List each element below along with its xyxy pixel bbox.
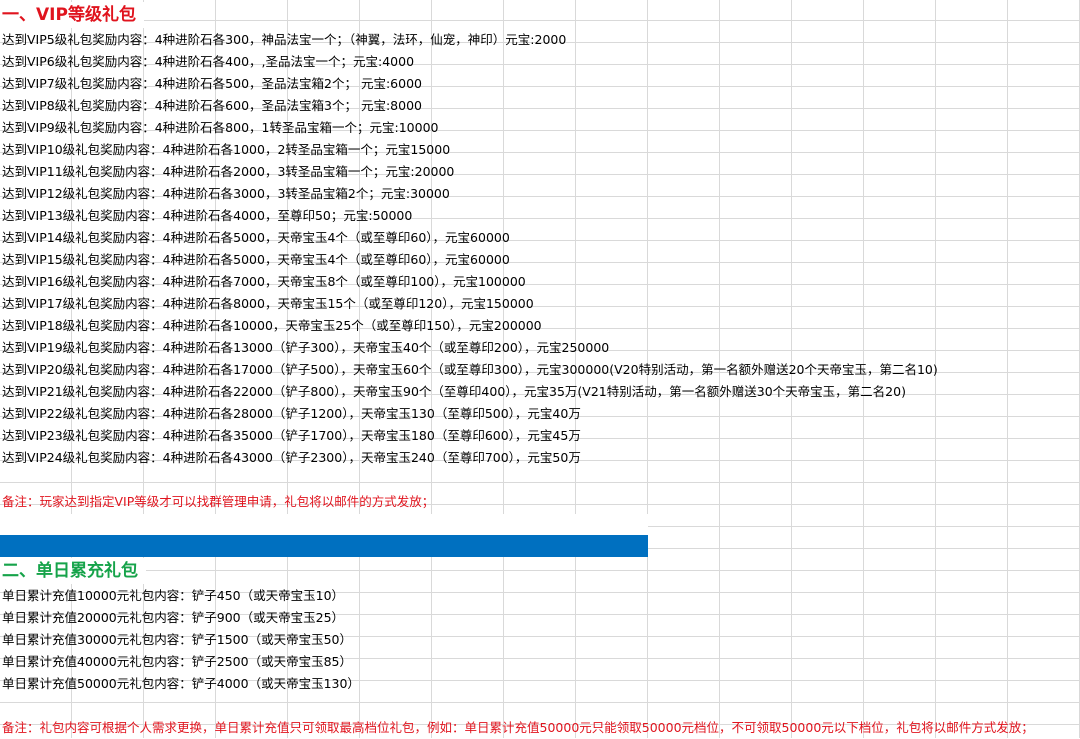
table-row[interactable]: 达到VIP5级礼包奖励内容：4种进阶石各300，神品法宝一个；（神翼，法环，仙宠…: [0, 29, 566, 51]
section-title-daily-recharge: 二、单日累充礼包: [0, 558, 146, 584]
table-row[interactable]: 单日累计充值30000元礼包内容：铲子1500（或天帝宝玉50）: [0, 629, 352, 651]
spacer-row: [0, 514, 648, 535]
table-row[interactable]: 达到VIP16级礼包奖励内容：4种进阶石各7000，天帝宝玉8个（或至尊印100…: [0, 271, 526, 293]
section-title-vip: 一、VIP等级礼包: [0, 2, 144, 28]
table-row[interactable]: 达到VIP17级礼包奖励内容：4种进阶石各8000，天帝宝玉15个（或至尊印12…: [0, 293, 534, 315]
table-row[interactable]: 达到VIP8级礼包奖励内容：4种进阶石各600，圣品法宝箱3个； 元宝:8000: [0, 95, 422, 117]
table-row[interactable]: 达到VIP10级礼包奖励内容：4种进阶石各1000，2转圣品宝箱一个；元宝150…: [0, 139, 450, 161]
table-row[interactable]: 达到VIP14级礼包奖励内容：4种进阶石各5000，天帝宝玉4个（或至尊印60）…: [0, 227, 510, 249]
section-divider-bar: [0, 535, 648, 557]
table-row[interactable]: 达到VIP20级礼包奖励内容：4种进阶石各17000（铲子500），天帝宝玉60…: [0, 359, 938, 381]
table-row[interactable]: 达到VIP21级礼包奖励内容：4种进阶石各22000（铲子800），天帝宝玉90…: [0, 381, 906, 403]
table-row[interactable]: 达到VIP15级礼包奖励内容：4种进阶石各5000，天帝宝玉4个（或至尊印60）…: [0, 249, 510, 271]
recharge-note[interactable]: 备注：礼包内容可根据个人需求更换，单日累计充值只可领取最高档位礼包，例如：单日累…: [0, 717, 1034, 739]
table-row[interactable]: 达到VIP19级礼包奖励内容：4种进阶石各13000（铲子300），天帝宝玉40…: [0, 337, 609, 359]
table-row[interactable]: 单日累计充值20000元礼包内容：铲子900（或天帝宝玉25）: [0, 607, 344, 629]
table-row[interactable]: 单日累计充值50000元礼包内容：铲子4000（或天帝宝玉130）: [0, 673, 360, 695]
spreadsheet-grid: 一、VIP等级礼包 达到VIP5级礼包奖励内容：4种进阶石各300，神品法宝一个…: [0, 0, 1080, 738]
table-row[interactable]: 达到VIP6级礼包奖励内容：4种进阶石各400，,圣品法宝一个；元宝:4000: [0, 51, 414, 73]
table-row[interactable]: 达到VIP22级礼包奖励内容：4种进阶石各28000（铲子1200），天帝宝玉1…: [0, 403, 581, 425]
table-row[interactable]: 单日累计充值10000元礼包内容：铲子450（或天帝宝玉10）: [0, 585, 344, 607]
table-row[interactable]: 达到VIP23级礼包奖励内容：4种进阶石各35000（铲子1700），天帝宝玉1…: [0, 425, 581, 447]
table-row[interactable]: 达到VIP7级礼包奖励内容：4种进阶石各500，圣品法宝箱2个； 元宝:6000: [0, 73, 422, 95]
table-row[interactable]: 达到VIP13级礼包奖励内容：4种进阶石各4000，至尊印50；元宝:50000: [0, 205, 412, 227]
table-row[interactable]: 单日累计充值40000元礼包内容：铲子2500（或天帝宝玉85）: [0, 651, 352, 673]
table-row[interactable]: 达到VIP11级礼包奖励内容：4种进阶石各2000，3转圣品宝箱一个；元宝:20…: [0, 161, 454, 183]
table-row[interactable]: 达到VIP18级礼包奖励内容：4种进阶石各10000，天帝宝玉25个（或至尊印1…: [0, 315, 542, 337]
table-row[interactable]: 达到VIP12级礼包奖励内容：4种进阶石各3000，3转圣品宝箱2个；元宝:30…: [0, 183, 450, 205]
table-row[interactable]: 达到VIP9级礼包奖励内容：4种进阶石各800，1转圣品宝箱一个；元宝:1000…: [0, 117, 438, 139]
table-row[interactable]: 达到VIP24级礼包奖励内容：4种进阶石各43000（铲子2300），天帝宝玉2…: [0, 447, 581, 469]
vip-note[interactable]: 备注：玩家达到指定VIP等级才可以找群管理申请，礼包将以邮件的方式发放；: [0, 491, 434, 513]
